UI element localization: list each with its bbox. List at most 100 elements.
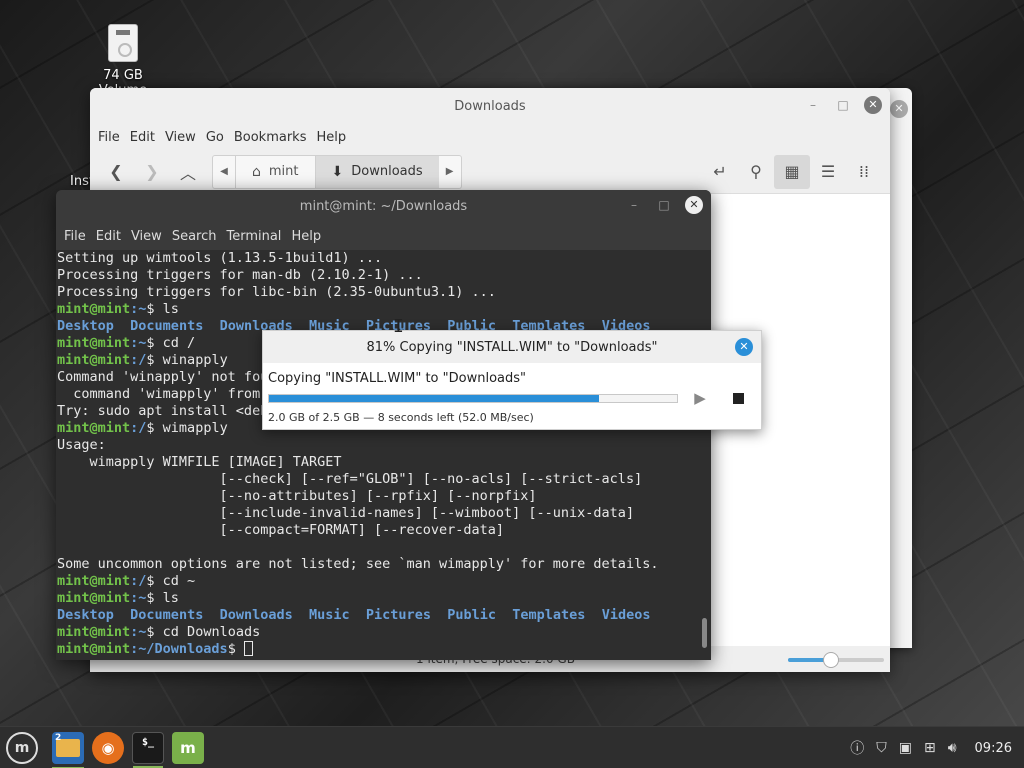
- terminal-line: Desktop Documents Downloads Music Pictur…: [57, 607, 711, 624]
- active-indicator: [133, 765, 163, 768]
- back-button[interactable]: ❮: [98, 155, 134, 189]
- menu-file[interactable]: File: [64, 229, 86, 244]
- terminal-scrollbar[interactable]: [702, 618, 707, 648]
- chevron-right-icon: ❯: [145, 162, 159, 181]
- start-menu-button[interactable]: m: [6, 731, 38, 764]
- terminal-line: Setting up wimtools (1.13.5-1build1) ...: [57, 250, 383, 266]
- update-manager-icon[interactable]: ▣: [899, 740, 912, 756]
- list-icon: ☰: [820, 162, 836, 181]
- close-icon[interactable]: ✕: [890, 100, 908, 118]
- prompt-path: :~: [130, 590, 147, 606]
- path-scroll-left[interactable]: ◀: [213, 156, 235, 188]
- file-manager-toolbar: ❮ ❯ ︿ ◀ ⌂ mint ⬇ Downloads ▶ ↵ ⚲ ▦ ☰ ⁞⁞: [90, 150, 890, 194]
- resume-button[interactable]: ▶: [689, 387, 711, 409]
- menu-search[interactable]: Search: [172, 229, 217, 244]
- taskbar-firefox[interactable]: ◉: [92, 731, 124, 764]
- file-manager-titlebar[interactable]: Downloads – □ ✕: [90, 88, 890, 124]
- path-bar: ◀ ⌂ mint ⬇ Downloads ▶: [212, 154, 462, 189]
- download-icon: ⬇: [331, 163, 344, 180]
- play-icon: ▶: [694, 389, 706, 407]
- chevron-up-icon: ︿: [179, 163, 196, 183]
- path-scroll-right[interactable]: ▶: [439, 156, 461, 188]
- firefox-icon: ◉: [101, 738, 115, 757]
- copy-operation-label: Copying "INSTALL.WIM" to "Downloads": [268, 371, 526, 386]
- prompt-user: mint@mint: [57, 352, 131, 368]
- network-icon[interactable]: ⊞: [924, 740, 936, 756]
- dir-entry: Videos: [601, 607, 651, 623]
- copy-progress-fill: [269, 395, 600, 402]
- prompt-user: mint@mint: [57, 624, 131, 640]
- shield-icon[interactable]: ⛉: [876, 740, 887, 756]
- location-icon: ↵: [713, 162, 727, 181]
- compact-view-button[interactable]: ⁞⁞: [846, 155, 882, 189]
- menu-go[interactable]: Go: [206, 130, 224, 145]
- close-button[interactable]: ✕: [864, 96, 882, 114]
- terminal-titlebar[interactable]: mint@mint: ~/Downloads – □ ✕: [56, 190, 711, 222]
- menu-file[interactable]: File: [98, 130, 120, 145]
- prompt-path: :~: [130, 624, 147, 640]
- menu-edit[interactable]: Edit: [96, 229, 121, 244]
- forward-button[interactable]: ❯: [134, 155, 170, 189]
- menu-help[interactable]: Help: [291, 229, 321, 244]
- prompt-user: mint@mint: [57, 573, 131, 589]
- zoom-slider[interactable]: [788, 652, 884, 668]
- path-button-home[interactable]: ⌂ mint: [235, 155, 315, 188]
- minimize-button[interactable]: –: [804, 96, 822, 114]
- dir-entry: Desktop: [57, 318, 114, 334]
- mint-logo-icon: m: [14, 739, 30, 756]
- dir-entry: Pictures: [365, 607, 431, 623]
- menu-bookmarks[interactable]: Bookmarks: [234, 130, 307, 145]
- taskbar-mintinstall[interactable]: m: [172, 731, 204, 764]
- terminal-line: Processing triggers for libc-bin (2.35-0…: [57, 284, 496, 300]
- list-view-button[interactable]: ☰: [810, 155, 846, 189]
- triangle-right-icon: ▶: [445, 166, 454, 177]
- prompt-command: $ ls: [146, 301, 179, 317]
- dir-entry: Templates: [512, 607, 586, 623]
- minimize-button[interactable]: –: [625, 196, 643, 214]
- desktop-icon-volume[interactable]: 74 GB Volume: [78, 24, 168, 98]
- terminal-output[interactable]: Setting up wimtools (1.13.5-1build1) ...…: [56, 250, 711, 658]
- mouse-ibeam-cursor: I: [393, 316, 404, 337]
- prompt-path: :/: [130, 352, 147, 368]
- menu-help[interactable]: Help: [316, 130, 346, 145]
- terminal-icon: $_: [141, 736, 155, 748]
- dialog-title: 81% Copying "INSTALL.WIM" to "Downloads": [366, 339, 658, 355]
- dir-entry: Documents: [130, 607, 204, 623]
- prompt-command: $ cd /: [146, 335, 196, 351]
- notification-icon[interactable]: ⓘ: [850, 738, 864, 758]
- terminal-line: [--compact=FORMAT] [--recover-data]: [57, 522, 505, 538]
- menu-view[interactable]: View: [165, 130, 196, 145]
- close-button[interactable]: ✕: [735, 338, 753, 356]
- search-button[interactable]: ⚲: [738, 155, 774, 189]
- stop-button[interactable]: [727, 387, 749, 409]
- taskbar-terminal[interactable]: $_: [132, 731, 164, 768]
- maximize-button[interactable]: □: [834, 96, 852, 114]
- terminal-line: mint@mint:~$ ls: [57, 590, 711, 607]
- maximize-button[interactable]: □: [655, 196, 673, 214]
- path-button-downloads[interactable]: ⬇ Downloads: [314, 155, 439, 188]
- window-title: Downloads: [454, 98, 526, 114]
- zoom-slider-handle[interactable]: [823, 652, 840, 668]
- menu-edit[interactable]: Edit: [130, 130, 155, 145]
- copy-dialog-titlebar[interactable]: 81% Copying "INSTALL.WIM" to "Downloads"…: [263, 331, 761, 363]
- terminal-menubar: File Edit View Search Terminal Help: [56, 222, 711, 250]
- taskbar-files[interactable]: 2: [52, 731, 84, 768]
- triangle-left-icon: ◀: [220, 166, 228, 177]
- prompt-command: $ ls: [146, 590, 179, 606]
- prompt-user: mint@mint: [57, 420, 131, 436]
- terminal-line: mint@mint:~/Downloads$: [57, 641, 711, 658]
- clock[interactable]: 09:26: [975, 741, 1012, 756]
- toggle-location-button[interactable]: ↵: [702, 155, 738, 189]
- menu-view[interactable]: View: [131, 229, 162, 244]
- menu-terminal[interactable]: Terminal: [226, 229, 281, 244]
- terminal-line: [--check] [--ref="GLOB"] [--no-acls] [--…: [57, 471, 643, 487]
- volume-icon[interactable]: 🔊︎: [948, 740, 957, 756]
- copy-progress-dialog: 81% Copying "INSTALL.WIM" to "Downloads"…: [262, 330, 762, 430]
- up-button[interactable]: ︿: [170, 155, 206, 189]
- terminal-line: Processing triggers for man-db (2.10.2-1…: [57, 267, 423, 283]
- close-button[interactable]: ✕: [685, 196, 703, 214]
- icon-view-button[interactable]: ▦: [774, 154, 810, 189]
- path-label: Downloads: [351, 164, 423, 179]
- terminal-line: mint@mint:~$ cd Downloads: [57, 624, 711, 641]
